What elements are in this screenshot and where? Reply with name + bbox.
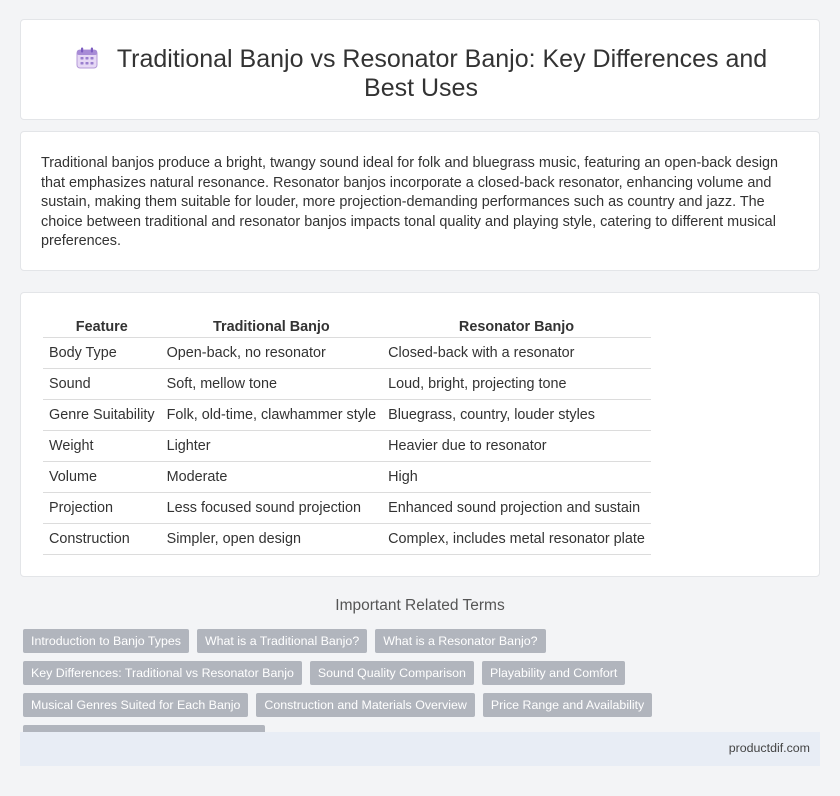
related-term-link[interactable]: Introduction to Banjo Types <box>23 629 189 653</box>
cell-resonator: Heavier due to resonator <box>382 430 651 462</box>
related-term-link[interactable]: Musical Genres Suited for Each Banjo <box>23 693 249 717</box>
table-row: Body Type Open-back, no resonator Closed… <box>43 337 651 369</box>
comparison-card: Feature Traditional Banjo Resonator Banj… <box>20 292 820 577</box>
related-term-link[interactable]: Sound Quality Comparison <box>309 661 474 685</box>
cell-feature: Construction <box>43 523 161 555</box>
cell-resonator: Complex, includes metal resonator plate <box>382 523 651 555</box>
page-title: Traditional Banjo vs Resonator Banjo: Ke… <box>116 45 768 102</box>
cell-traditional: Open-back, no resonator <box>160 337 383 369</box>
table-row: Volume Moderate High <box>43 461 651 493</box>
related-term-link[interactable]: Price Range and Availability <box>482 693 653 717</box>
related-terms-heading: Important Related Terms <box>335 597 505 614</box>
cell-resonator: Enhanced sound projection and sustain <box>382 492 651 524</box>
header-feature: Feature <box>43 317 161 338</box>
cell-traditional: Soft, mellow tone <box>160 368 383 400</box>
page-title-wrap: Traditional Banjo vs Resonator Banjo: Ke… <box>61 45 781 103</box>
related-term-link[interactable]: Construction and Materials Overview <box>256 693 475 717</box>
calendar-icon <box>76 47 98 69</box>
table-row: Construction Simpler, open design Comple… <box>43 523 651 555</box>
header-resonator: Resonator Banjo <box>382 317 651 338</box>
cell-feature: Weight <box>43 430 161 462</box>
related-terms-list: Introduction to Banjo Types What is a Tr… <box>23 629 823 749</box>
related-term-link[interactable]: Key Differences: Traditional vs Resonato… <box>23 661 302 685</box>
table-row: Weight Lighter Heavier due to resonator <box>43 430 651 462</box>
cell-resonator: Loud, bright, projecting tone <box>382 368 651 400</box>
cell-feature: Volume <box>43 461 161 493</box>
cell-feature: Genre Suitability <box>43 399 161 431</box>
cell-traditional: Simpler, open design <box>160 523 383 555</box>
table-row: Sound Soft, mellow tone Loud, bright, pr… <box>43 368 651 400</box>
footer-bar: productdif.com <box>20 732 820 766</box>
related-term-link[interactable]: Playability and Comfort <box>481 661 626 685</box>
related-term-link[interactable]: What is a Traditional Banjo? <box>196 629 368 653</box>
related-term-link[interactable]: What is a Resonator Banjo? <box>375 629 546 653</box>
intro-card: Traditional banjos produce a bright, twa… <box>20 131 820 271</box>
cell-resonator: Closed-back with a resonator <box>382 337 651 369</box>
cell-resonator: High <box>382 461 651 493</box>
cell-feature: Projection <box>43 492 161 524</box>
table-header-row: Feature Traditional Banjo Resonator Banj… <box>43 317 651 338</box>
header-traditional: Traditional Banjo <box>160 317 383 338</box>
title-card: Traditional Banjo vs Resonator Banjo: Ke… <box>20 19 820 120</box>
cell-traditional: Lighter <box>160 430 383 462</box>
cell-feature: Body Type <box>43 337 161 369</box>
footer-site-link[interactable]: productdif.com <box>729 741 810 755</box>
cell-traditional: Moderate <box>160 461 383 493</box>
table-row: Genre Suitability Folk, old-time, clawha… <box>43 399 651 431</box>
comparison-table: Feature Traditional Banjo Resonator Banj… <box>43 317 651 555</box>
cell-traditional: Folk, old-time, clawhammer style <box>160 399 383 431</box>
intro-paragraph: Traditional banjos produce a bright, twa… <box>41 155 779 250</box>
cell-traditional: Less focused sound projection <box>160 492 383 524</box>
cell-feature: Sound <box>43 368 161 400</box>
table-row: Projection Less focused sound projection… <box>43 492 651 524</box>
cell-resonator: Bluegrass, country, louder styles <box>382 399 651 431</box>
